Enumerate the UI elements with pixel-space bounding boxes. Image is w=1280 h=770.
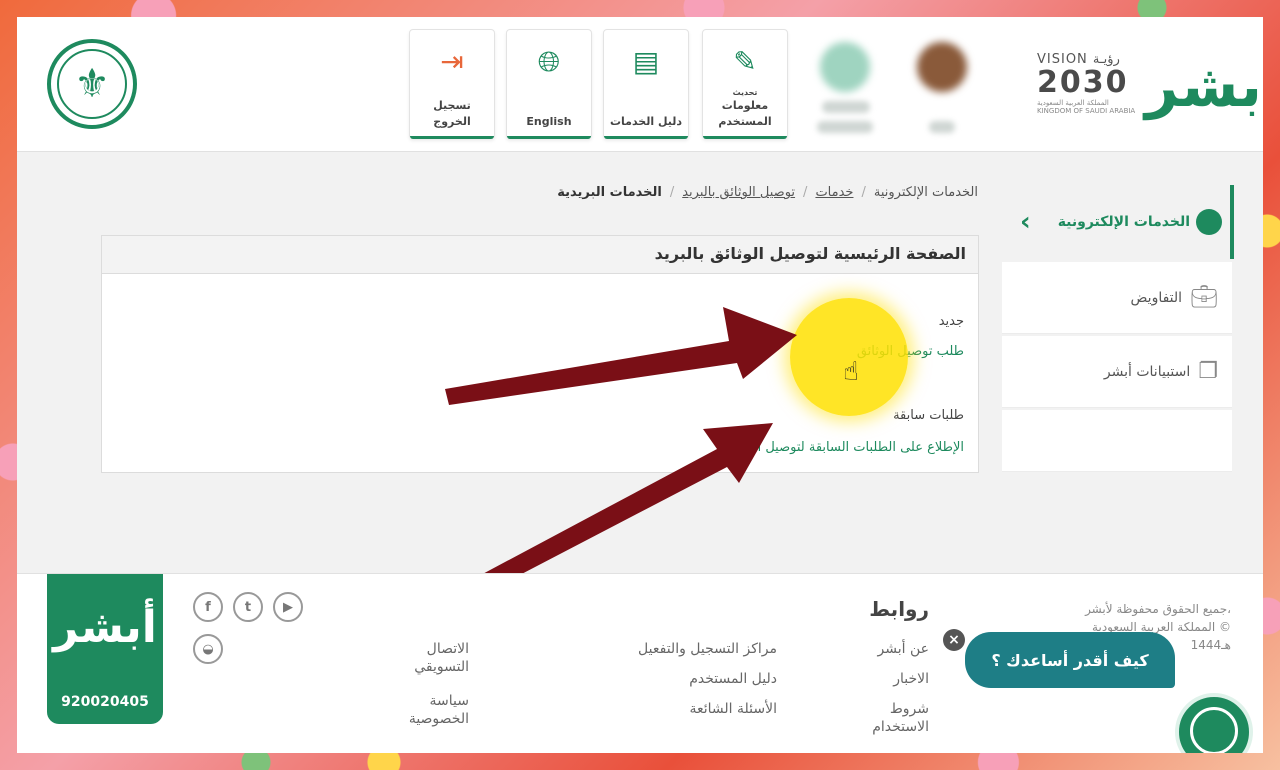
services-guide-label: دليل الخدمات xyxy=(609,115,683,128)
close-icon[interactable]: × xyxy=(943,629,965,651)
sidebar-item-label: الخدمات الإلكترونية xyxy=(1057,214,1190,230)
sidebar-empty-slot xyxy=(1002,410,1232,472)
breadcrumb: الخدمات الإلكترونية / خدمات / توصيل الوث… xyxy=(557,185,978,200)
facebook-icon[interactable]: f xyxy=(193,592,223,622)
view-previous-requests-link[interactable]: الإطلاع على الطلبات السابقة لتوصيل الوثا… xyxy=(725,440,964,455)
chevron-left-icon: ‹ xyxy=(1020,207,1031,237)
sidebar-item-label: استبيانات أبشر xyxy=(1103,363,1191,380)
support-phone-number: 920020405 xyxy=(61,694,149,710)
footer-link-user-guide[interactable]: دليل المستخدم xyxy=(587,670,777,688)
footer-absher-logo: أبشر 920020405 xyxy=(47,574,163,724)
services-guide-button[interactable]: ▤ دليل الخدمات xyxy=(603,29,689,139)
page-title: الصفحة الرئيسية لتوصيل الوثائق بالبريد xyxy=(102,236,978,274)
footer-link-faq[interactable]: الأسئلة الشائعة xyxy=(587,700,778,718)
footer-link-terms[interactable]: شروط الاستخدام xyxy=(847,700,929,736)
documents-icon: ❐ xyxy=(1198,359,1218,384)
update-user-info-button[interactable]: ✎ تحديث معلومات المستخدم xyxy=(702,29,788,139)
footer-link-privacy[interactable]: سياسة الخصوصية xyxy=(387,692,469,728)
language-english-button[interactable]: 🌐︎ English xyxy=(506,29,592,139)
breadcrumb-current: الخدمات البريدية xyxy=(557,185,662,200)
blurred-badge-icon xyxy=(820,42,870,92)
edit-icon: ✎ xyxy=(733,45,757,78)
chat-bot-icon xyxy=(1190,707,1238,753)
footer-link-contact[interactable]: الاتصال التسويقي xyxy=(387,640,469,676)
section-new-heading: جديد xyxy=(938,314,964,329)
briefcase-icon: 💼︎ xyxy=(1190,285,1218,310)
footer-link-news[interactable]: الاخبار xyxy=(847,670,929,688)
logout-icon: ⇥ xyxy=(440,45,464,78)
e-services-icon xyxy=(1196,209,1222,235)
blurred-text xyxy=(817,121,873,133)
logout-label: تسجيل الخروج xyxy=(433,99,471,128)
ministry-emblem-icon: ⚜ xyxy=(47,39,137,129)
footer-link-registration-centers[interactable]: مراكز التسجيل والتفعيل xyxy=(587,640,777,658)
footer-links-title: روابط xyxy=(869,597,929,621)
breadcrumb-document-delivery[interactable]: توصيل الوثائق بالبريد xyxy=(682,185,795,200)
footer-link-about[interactable]: عن أبشر xyxy=(847,640,929,658)
breadcrumb-services[interactable]: خدمات xyxy=(815,185,853,200)
snapchat-icon[interactable]: ◒ xyxy=(193,634,223,664)
youtube-icon[interactable]: ▶ xyxy=(273,592,303,622)
sidebar-item-label: التفاويض xyxy=(1130,289,1183,306)
update-user-info-label: تحديث معلومات المستخدم xyxy=(718,88,772,128)
section-previous-heading: طلبات سابقة xyxy=(893,408,964,423)
browser-screen: ⚜ ⇥ تسجيل الخروج 🌐︎ English ▤ دليل الخدم… xyxy=(17,17,1263,753)
sidebar-item-e-services[interactable]: ‹ الخدمات الإلكترونية xyxy=(1002,185,1234,259)
sidebar-item-surveys[interactable]: استبيانات أبشر ❐ xyxy=(1002,336,1232,408)
help-chat-bubble[interactable]: كيف أقدر أساعدك ؟ xyxy=(965,632,1175,688)
logout-button[interactable]: ⇥ تسجيل الخروج xyxy=(409,29,495,139)
twitter-icon[interactable]: t xyxy=(233,592,263,622)
blurred-user-avatar xyxy=(917,42,967,92)
blurred-text xyxy=(929,121,955,133)
blurred-text xyxy=(822,101,870,113)
breadcrumb-e-services[interactable]: الخدمات الإلكترونية xyxy=(874,185,978,200)
book-icon: ▤ xyxy=(632,45,660,78)
site-header: ⚜ ⇥ تسجيل الخروج 🌐︎ English ▤ دليل الخدم… xyxy=(17,17,1263,152)
absher-logo: أبشر xyxy=(1145,52,1263,120)
sidebar-item-authorizations[interactable]: التفاويض 💼︎ xyxy=(1002,262,1232,334)
language-label: English xyxy=(526,115,572,128)
vision-2030-logo: VISION رؤيـة 2030 المملكة العربية السعود… xyxy=(1037,52,1136,115)
globe-icon: 🌐︎ xyxy=(537,45,561,78)
hand-cursor-icon: ☝ xyxy=(843,357,859,387)
